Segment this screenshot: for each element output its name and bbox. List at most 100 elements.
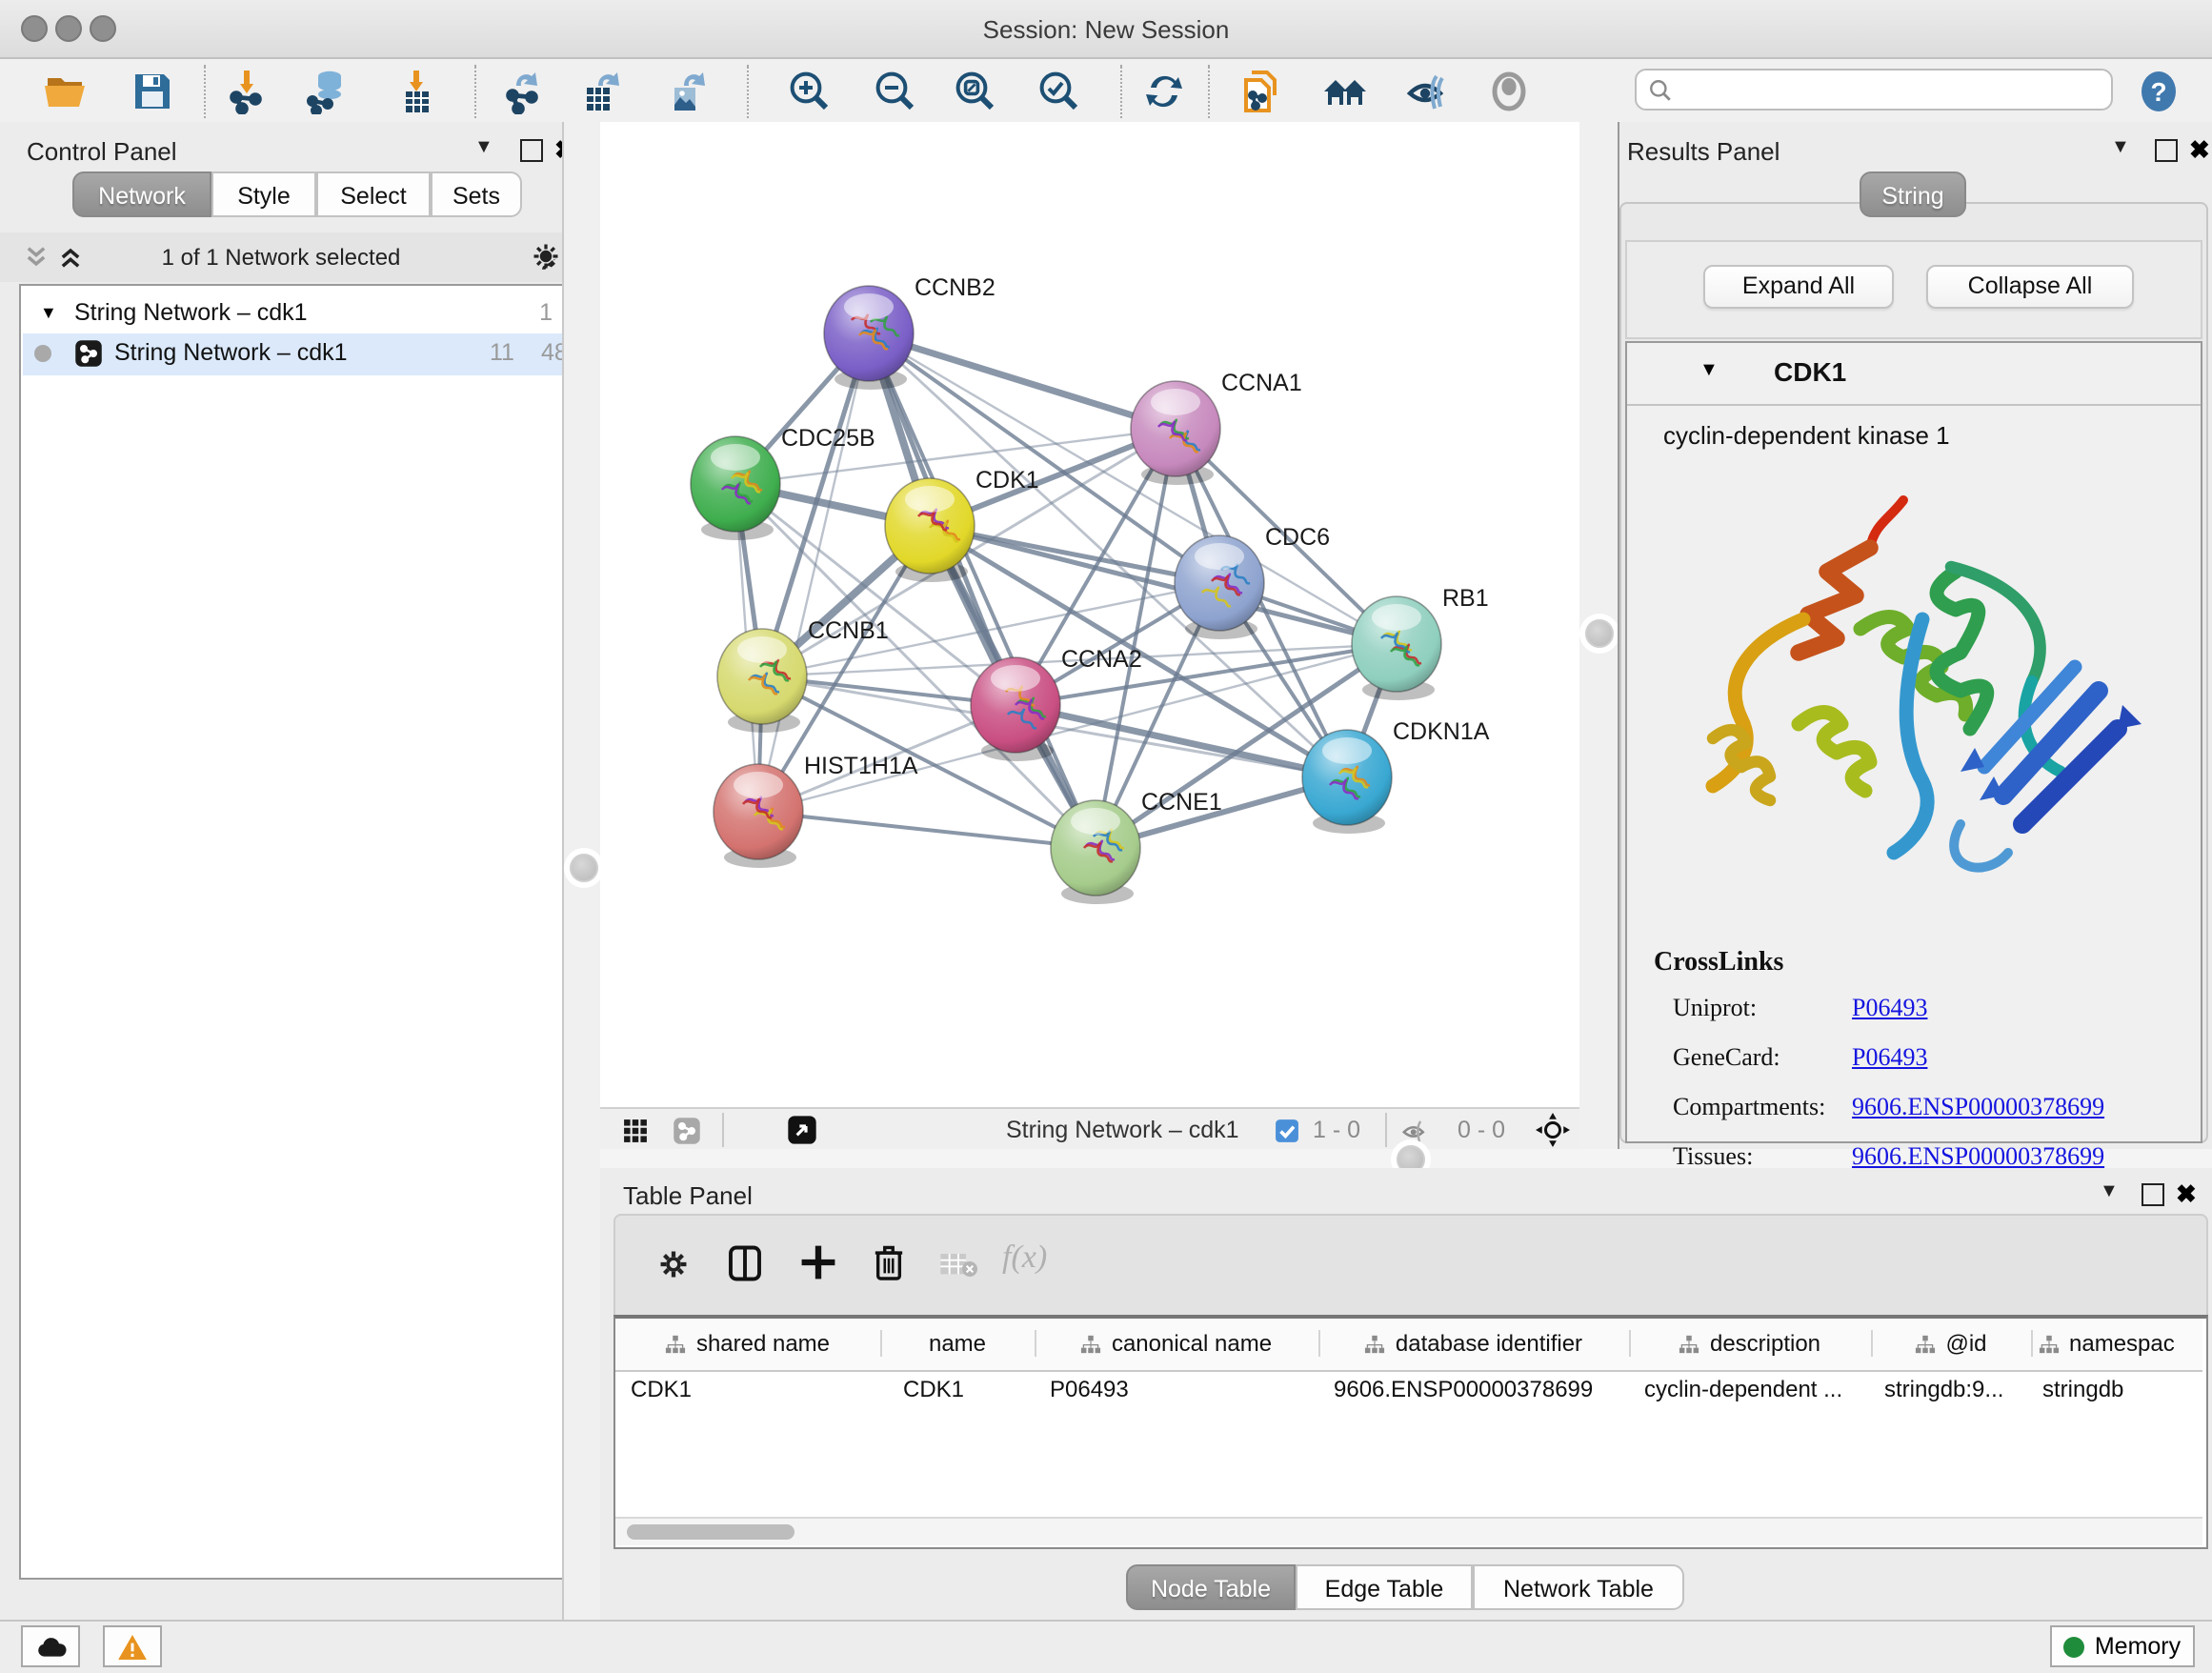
control-panel-menu-icon[interactable]: ▼ — [474, 137, 493, 158]
warnings-button[interactable] — [103, 1625, 162, 1667]
splitter-handle[interactable] — [1585, 619, 1614, 648]
zoom-in-icon[interactable] — [785, 67, 835, 116]
scrollbar-thumb[interactable] — [627, 1524, 794, 1540]
zoom-selected-icon[interactable] — [1035, 67, 1084, 116]
vertical-splitter-right[interactable] — [1579, 122, 1618, 1149]
card-expander-icon[interactable]: ▼ — [1699, 360, 1719, 381]
results-panel-close-icon[interactable]: ✖ — [2189, 135, 2210, 166]
network-canvas[interactable]: CCNB2CCNA1CDC25BCDK1CDC6RB1CCNB1CCNA2CDK… — [600, 122, 1579, 1107]
crosslink-value-link[interactable]: P06493 — [1852, 1042, 1927, 1073]
network-edge[interactable] — [869, 333, 1176, 429]
tab-select[interactable]: Select — [316, 171, 431, 217]
vertical-splitter-left[interactable] — [562, 122, 602, 1620]
save-session-icon[interactable] — [128, 67, 177, 116]
table-cell[interactable]: P06493 — [1050, 1376, 1313, 1402]
hidden-eye-icon — [1400, 1117, 1429, 1145]
hide-eye-icon[interactable] — [1402, 67, 1452, 116]
network-graph[interactable]: CCNB2CCNA1CDC25BCDK1CDC6RB1CCNB1CCNA2CDK… — [600, 122, 1579, 1107]
cloud-status-button[interactable] — [21, 1625, 80, 1667]
control-panel-float-icon[interactable] — [520, 139, 543, 162]
tab-style[interactable]: Style — [211, 171, 316, 217]
table-panel-float-icon[interactable] — [2142, 1183, 2164, 1206]
import-network-icon[interactable] — [223, 67, 272, 116]
delete-column-icon[interactable] — [873, 1242, 905, 1282]
control-panel: Control Panel ▼ ✖ Network Style Select S… — [0, 122, 562, 1620]
network-edge[interactable] — [758, 333, 869, 812]
zoom-out-icon[interactable] — [871, 67, 920, 116]
column-header[interactable]: name — [880, 1330, 1036, 1357]
tab-edge-table[interactable]: Edge Table — [1296, 1564, 1473, 1610]
help-icon[interactable]: ? — [2134, 67, 2183, 116]
crosslink-value-link[interactable]: 9606.ENSP00000378699 — [1852, 1092, 2104, 1122]
table-cell[interactable]: 9606.ENSP00000378699 — [1334, 1376, 1623, 1402]
open-session-icon[interactable] — [40, 67, 90, 116]
document-network-icon[interactable] — [1238, 67, 1288, 116]
table-panel-close-icon[interactable]: ✖ — [2176, 1179, 2197, 1210]
table-panel-title: Table Panel — [623, 1181, 753, 1210]
grid-view-icon[interactable] — [623, 1119, 648, 1143]
table-panel-menu-icon[interactable]: ▼ — [2100, 1181, 2119, 1202]
add-column-icon[interactable] — [800, 1242, 836, 1282]
network-edge[interactable] — [758, 812, 1096, 848]
export-network-icon[interactable] — [499, 67, 549, 116]
table-cell[interactable]: CDK1 — [631, 1376, 875, 1402]
network-node[interactable]: CCNE1 — [1051, 789, 1222, 904]
tree-expander-icon[interactable]: ▼ — [40, 303, 57, 322]
node-label: CCNA1 — [1221, 370, 1302, 396]
zoom-fit-icon[interactable] — [951, 67, 1000, 116]
show-columns-icon[interactable] — [728, 1244, 762, 1282]
tab-sets[interactable]: Sets — [431, 171, 522, 217]
toolbar-separator — [204, 65, 206, 118]
tab-string[interactable]: String — [1860, 171, 1966, 217]
network-selector-bar: 1 of 1 Network selected — [0, 232, 562, 282]
tab-network[interactable]: Network — [72, 171, 211, 217]
hidden-count-text: 0 - 0 — [1458, 1117, 1505, 1143]
column-header[interactable]: @id — [1871, 1330, 2033, 1357]
column-header[interactable]: namespac — [2031, 1330, 2210, 1357]
import-database-icon[interactable] — [303, 67, 352, 116]
splitter-handle[interactable] — [570, 854, 598, 882]
expand-all-button[interactable]: Expand All — [1703, 265, 1894, 309]
share-view-icon[interactable] — [673, 1117, 701, 1145]
network-collection-row[interactable]: ▼ String Network – cdk1 1 — [21, 295, 568, 333]
table-cell[interactable]: stringdb:9... — [1884, 1376, 2025, 1402]
network-node[interactable]: HIST1H1A — [714, 753, 918, 868]
node-label: CDC25B — [781, 425, 875, 452]
results-panel-menu-icon[interactable]: ▼ — [2111, 137, 2130, 158]
memory-button[interactable]: Memory — [2050, 1625, 2195, 1667]
table-cell[interactable]: stringdb — [2042, 1376, 2195, 1402]
home-pair-icon[interactable] — [1320, 67, 1370, 116]
tab-node-table[interactable]: Node Table — [1126, 1564, 1296, 1610]
table-horizontal-scrollbar[interactable] — [615, 1517, 2202, 1545]
cdk1-card-header[interactable]: ▼ CDK1 — [1627, 343, 2201, 406]
table-cell[interactable]: cyclin-dependent ... — [1644, 1376, 1865, 1402]
tab-network-table[interactable]: Network Table — [1473, 1564, 1684, 1610]
gear-icon[interactable] — [532, 242, 560, 271]
network-node[interactable]: CDKN1A — [1302, 718, 1490, 834]
refresh-icon[interactable] — [1139, 67, 1189, 116]
column-header[interactable]: shared name — [615, 1330, 882, 1357]
collapse-all-button[interactable]: Collapse All — [1926, 265, 2134, 309]
birds-eye-icon[interactable] — [787, 1115, 817, 1145]
network-row-selected[interactable]: String Network – cdk1 11 48 — [23, 333, 568, 375]
main-toolbar: ? — [0, 59, 2212, 124]
results-panel-float-icon[interactable] — [2155, 139, 2178, 162]
column-header[interactable]: database identifier — [1318, 1330, 1631, 1357]
memory-label: Memory — [2095, 1633, 2181, 1660]
show-eye-icon[interactable] — [1484, 67, 1534, 116]
crosshair-icon[interactable] — [1536, 1113, 1570, 1147]
export-table-icon[interactable] — [577, 67, 627, 116]
search-input[interactable] — [1635, 69, 2113, 111]
column-header[interactable]: description — [1629, 1330, 1873, 1357]
selected-checkbox-icon[interactable] — [1275, 1119, 1299, 1143]
column-header[interactable]: canonical name — [1035, 1330, 1320, 1357]
export-image-icon[interactable] — [663, 67, 713, 116]
table-cell[interactable]: CDK1 — [903, 1376, 1029, 1402]
network-node[interactable]: RB1 — [1352, 585, 1489, 700]
table-gear-icon[interactable] — [657, 1248, 690, 1280]
table-row[interactable]: CDK1 CDK1 P06493 9606.ENSP00000378699 cy… — [615, 1370, 2202, 1408]
crosslinks-title: CrossLinks — [1654, 949, 1783, 979]
import-table-icon[interactable] — [392, 67, 442, 116]
crosslink-value-link[interactable]: P06493 — [1852, 993, 1927, 1023]
network-edge[interactable] — [1016, 705, 1347, 777]
